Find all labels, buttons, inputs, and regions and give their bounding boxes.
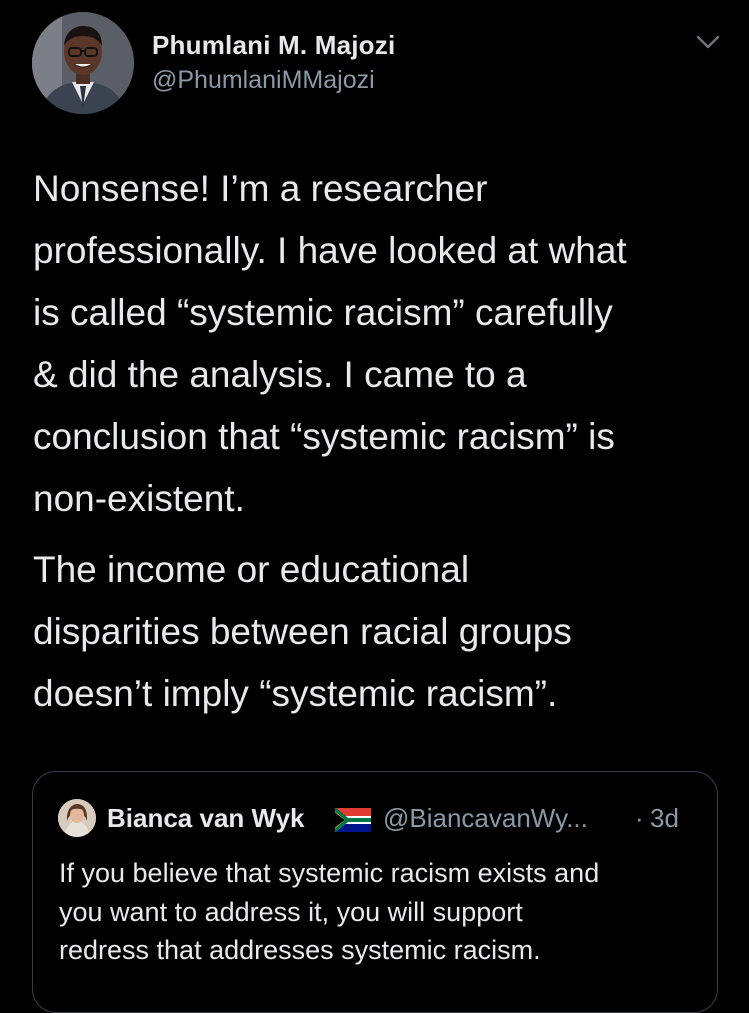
author-name[interactable]: Phumlani M. Majozi	[152, 30, 395, 61]
quoted-author-avatar[interactable]	[58, 799, 96, 837]
chevron-down-icon	[696, 35, 720, 49]
tweet-paragraph: The income or educational disparities be…	[33, 549, 572, 714]
author-avatar[interactable]	[32, 12, 134, 114]
author-handle[interactable]: @PhumlaniMMajozi	[152, 66, 375, 95]
tweet-text: Nonsense! I’m a researcher professionall…	[33, 158, 723, 725]
quoted-author-name[interactable]: Bianca van Wyk	[107, 803, 305, 834]
quoted-tweet-text: If you believe that systemic racism exis…	[59, 854, 699, 970]
quoted-timestamp[interactable]: 3d	[650, 803, 679, 834]
tweet-paragraph: Nonsense! I’m a researcher professionall…	[33, 168, 627, 519]
more-options-button[interactable]	[694, 32, 722, 52]
quoted-tweet-paragraph: If you believe that systemic racism exis…	[59, 858, 600, 965]
profile-photo-icon	[32, 12, 134, 114]
south-africa-flag-icon	[335, 807, 371, 833]
profile-photo-icon	[58, 799, 96, 837]
separator-dot: ·	[635, 803, 644, 833]
quoted-author-handle[interactable]: @BiancavanWy...	[383, 803, 588, 834]
tweet: Phumlani M. Majozi @PhumlaniMMajozi Nons…	[0, 0, 749, 1013]
